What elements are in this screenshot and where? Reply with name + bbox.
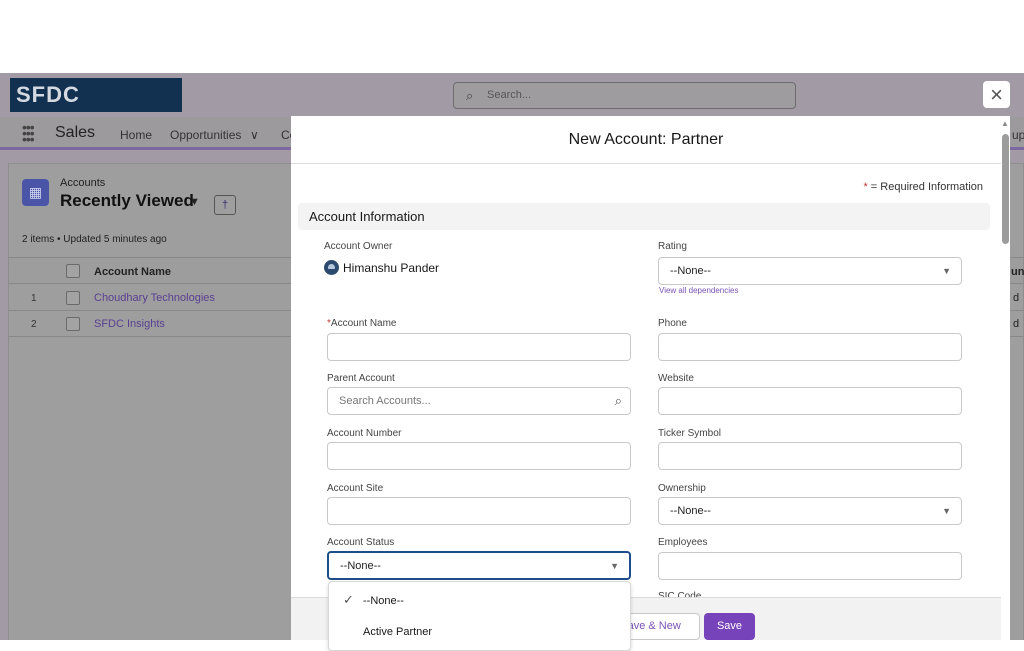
nav-item-peek: up [1012, 128, 1024, 142]
parent-account-lookup[interactable]: Search Accounts... ⌕ [327, 387, 631, 415]
option-label: --None-- [363, 595, 404, 607]
app-name: Sales [55, 124, 96, 141]
user-avatar-icon [324, 260, 339, 275]
rating-value: --None-- [670, 265, 711, 277]
accounts-icon: ▦ [22, 179, 49, 206]
new-account-modal: New Account: Partner * = Required Inform… [291, 116, 1010, 640]
ownership-select[interactable]: --None-- ▼ [658, 497, 962, 525]
employees-input[interactable] [658, 552, 962, 580]
object-label: Accounts [60, 177, 106, 189]
select-all-checkbox[interactable] [66, 264, 80, 278]
phone-input[interactable] [658, 333, 962, 361]
save-button[interactable]: Save [704, 613, 755, 640]
phone-label: Phone [658, 318, 687, 329]
account-number-label: Account Number [327, 428, 402, 439]
row-number: 1 [31, 293, 37, 304]
pin-icon: † [221, 199, 229, 211]
owner-name: Himanshu Pander [343, 261, 440, 275]
account-status-select[interactable]: --None-- ▼ [327, 551, 631, 580]
caret-down-icon[interactable]: ▼ [189, 196, 200, 208]
account-number-input[interactable] [327, 442, 631, 470]
row-checkbox[interactable] [66, 291, 80, 305]
ticker-symbol-label: Ticker Symbol [658, 428, 721, 439]
ownership-value: --None-- [670, 505, 711, 517]
logo: SFDC INSIGHTS [10, 78, 182, 141]
website-label: Website [658, 373, 694, 384]
account-site-label: Account Site [327, 483, 384, 494]
list-view-title[interactable]: Recently Viewed [60, 191, 194, 211]
required-star: * [863, 181, 868, 193]
employees-label: Employees [658, 537, 708, 548]
account-status-value: --None-- [340, 560, 381, 572]
dropdown-option-active-partner[interactable]: Active Partner [329, 618, 630, 646]
account-name-label: *Account Name [327, 318, 397, 329]
dropdown-option-none[interactable]: ✓ --None-- [329, 587, 630, 615]
required-info-note: * = Required Information [863, 181, 983, 193]
section-title: Account Information [309, 209, 425, 224]
account-link[interactable]: Choudhary Technologies [94, 292, 215, 304]
row-peek: d [1013, 292, 1020, 304]
modal-header: New Account: Partner [291, 116, 1001, 164]
close-modal-button[interactable]: × [983, 81, 1010, 108]
account-name-input[interactable] [327, 333, 631, 361]
account-status-label: Account Status [327, 537, 395, 548]
account-site-input[interactable] [327, 497, 631, 525]
close-icon: × [990, 82, 1003, 107]
scroll-up-icon[interactable]: ▲ [1001, 119, 1009, 128]
account-owner-value[interactable]: Himanshu Pander [324, 260, 439, 275]
list-meta: 2 items • Updated 5 minutes ago [22, 234, 167, 245]
search-placeholder: Search... [487, 89, 532, 101]
nav-item-opportunities[interactable]: Opportunities [170, 128, 241, 142]
account-owner-label: Account Owner [324, 241, 393, 252]
caret-down-icon: ▼ [942, 266, 951, 276]
row-number: 2 [31, 319, 37, 330]
global-search-input[interactable]: ⌕ Search... [453, 82, 796, 109]
caret-down-icon: ▼ [610, 561, 619, 571]
parent-account-placeholder: Search Accounts... [339, 395, 431, 407]
account-link[interactable]: SFDC Insights [94, 318, 165, 330]
website-input[interactable] [658, 387, 962, 415]
parent-account-label: Parent Account [327, 373, 395, 384]
required-note-text: = Required Information [870, 181, 983, 193]
search-icon: ⌕ [614, 393, 622, 408]
row-checkbox[interactable] [66, 317, 80, 331]
global-header: SFDC INSIGHTS ⌕ Search... [0, 73, 1024, 141]
pin-button[interactable]: † [214, 195, 236, 215]
chevron-down-icon[interactable]: ∨ [250, 128, 259, 142]
column-header-peek: un [1011, 266, 1024, 278]
app-launcher-icon[interactable]: ••• ••• ••• [22, 120, 35, 146]
search-icon: ⌕ [466, 88, 474, 103]
scroll-thumb[interactable] [1002, 134, 1009, 244]
check-icon: ✓ [343, 592, 354, 607]
caret-down-icon: ▼ [942, 506, 951, 516]
modal-scrollbar[interactable]: ▲ [1001, 116, 1010, 640]
column-header-account-name[interactable]: Account Name [94, 266, 171, 278]
view-all-dependencies-link[interactable]: View all dependencies [659, 286, 738, 295]
ticker-symbol-input[interactable] [658, 442, 962, 470]
row-peek: d [1013, 318, 1020, 330]
option-label: Active Partner [363, 626, 433, 638]
modal-title: New Account: Partner [568, 131, 724, 148]
section-account-information[interactable]: Account Information [298, 203, 990, 230]
rating-label: Rating [658, 241, 687, 252]
rating-select[interactable]: --None-- ▼ [658, 257, 962, 285]
account-status-dropdown: ✓ --None-- Active Partner [328, 581, 631, 651]
ownership-label: Ownership [658, 483, 706, 494]
nav-item-home[interactable]: Home [120, 128, 152, 142]
label-text: Account Name [330, 318, 397, 329]
